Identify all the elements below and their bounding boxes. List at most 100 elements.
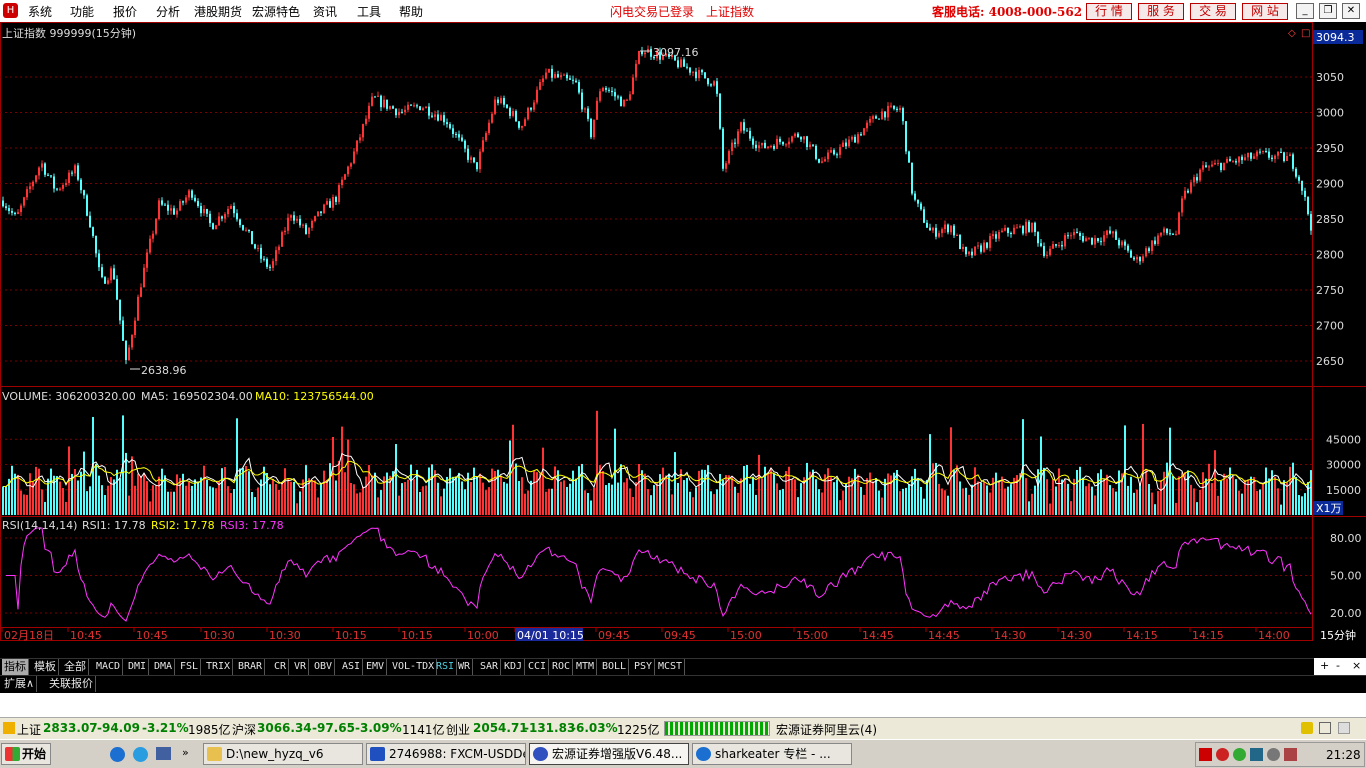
- menu-item-hk-futures[interactable]: 港股期货: [194, 3, 242, 20]
- sh-amount: 1985亿: [188, 723, 231, 737]
- menu-item-hongyuan[interactable]: 宏源特色: [252, 3, 300, 20]
- menu-item-tools[interactable]: 工具: [357, 3, 381, 20]
- tab-boll[interactable]: BOLL: [600, 659, 630, 675]
- market-button[interactable]: 行 情: [1086, 3, 1132, 20]
- ie-icon[interactable]: [110, 747, 125, 762]
- menu-item-function[interactable]: 功能: [70, 3, 94, 20]
- server-name: 宏源证券阿里云(4): [776, 723, 877, 737]
- volume-axis-tick: 15000: [1326, 484, 1361, 497]
- close-icon[interactable]: ✕: [1342, 3, 1360, 19]
- tab-cr[interactable]: CR: [272, 659, 290, 675]
- task-folder-label: D:\new_hyzq_v6: [226, 747, 324, 761]
- index-title: 上证指数: [706, 5, 755, 19]
- time-axis-tick: 14:15: [1126, 629, 1158, 642]
- clock: 21:28: [1326, 748, 1361, 762]
- tab-related-quotes[interactable]: 关联报价: [47, 676, 96, 692]
- task-fxcm[interactable]: 2746988: FXCM-USDDe...: [366, 743, 526, 765]
- time-axis-tick: 10:30: [269, 629, 301, 642]
- taskbar: 开始 » D:\new_hyzq_v6 2746988: FXCM-USDDe.…: [0, 739, 1366, 768]
- quicklaunch-more-icon[interactable]: »: [182, 746, 189, 759]
- tray-monitor-icon[interactable]: [1250, 748, 1263, 761]
- tab-extend[interactable]: 扩展∧: [2, 676, 38, 692]
- tab-dma[interactable]: DMA: [152, 659, 176, 675]
- menu-bar: H 系统 功能 报价 分析 港股期货 宏源特色 资讯 工具 帮助 闪电交易已登录…: [0, 0, 1366, 22]
- task-hongyuan[interactable]: 宏源证券增强版V6.48...: [529, 743, 689, 765]
- blank-panel: [0, 693, 1366, 717]
- flash-trade-status: 闪电交易已登录: [610, 5, 695, 19]
- tab-brar[interactable]: BRAR: [236, 659, 266, 675]
- settings-icon[interactable]: ◇: [1288, 28, 1296, 39]
- start-button[interactable]: 开始: [1, 743, 51, 765]
- tab-fsl[interactable]: FSL: [178, 659, 202, 675]
- tray-app-icon[interactable]: [1199, 748, 1212, 761]
- tab-obv[interactable]: OBV: [312, 659, 336, 675]
- time-axis-tick: 02月18日: [4, 629, 54, 642]
- menu-item-help[interactable]: 帮助: [399, 3, 423, 20]
- volume-label: VOLUME: 306200320.00: [2, 390, 136, 403]
- sh-name: 上证: [17, 723, 42, 737]
- task-browser-label: sharkeater 专栏 - ...: [715, 747, 831, 761]
- sh-change: -94.09: [97, 721, 140, 735]
- windows-logo-icon: [5, 747, 20, 761]
- tab-cci[interactable]: CCI: [526, 659, 550, 675]
- rsi-axis-tick: 80.00: [1330, 532, 1362, 545]
- menu-item-system[interactable]: 系统: [28, 3, 52, 20]
- price-axis-tick: 3000: [1316, 107, 1344, 120]
- tray-volume-icon[interactable]: [1267, 748, 1280, 761]
- minimize-icon[interactable]: _: [1296, 3, 1314, 19]
- period-label[interactable]: 15分钟: [1320, 628, 1356, 642]
- volume-ma10: MA10: 123756544.00: [255, 390, 374, 403]
- tray-misc-icon[interactable]: [1284, 748, 1297, 761]
- window-mode-icon[interactable]: □: [1301, 28, 1310, 39]
- service-button[interactable]: 服 务: [1138, 3, 1184, 20]
- tab-mcst[interactable]: MCST: [656, 659, 686, 675]
- tab-macd[interactable]: MACD: [94, 659, 124, 675]
- zoom-out-icon[interactable]: -: [1336, 658, 1340, 674]
- scroll-icon[interactable]: ×: [1352, 658, 1361, 674]
- status-icon: [3, 722, 15, 734]
- folder-icon: [207, 747, 222, 761]
- tab-emv[interactable]: EMV: [364, 659, 388, 675]
- trade-button[interactable]: 交 易: [1190, 3, 1236, 20]
- tab-trix[interactable]: TRIX: [204, 659, 234, 675]
- extend-tab-bar: 扩展∧ 关联报价: [0, 675, 1366, 693]
- tab-wr[interactable]: WR: [456, 659, 474, 675]
- tab-kdj[interactable]: KDJ: [502, 659, 526, 675]
- task-folder[interactable]: D:\new_hyzq_v6: [203, 743, 363, 765]
- tab-psy[interactable]: PSY: [632, 659, 656, 675]
- tab-sar[interactable]: SAR: [478, 659, 502, 675]
- restore-icon[interactable]: ❐: [1319, 3, 1337, 19]
- browser-icon[interactable]: [133, 747, 148, 762]
- notice-icon[interactable]: [1301, 722, 1313, 734]
- time-axis-tick: 10:45: [70, 629, 102, 642]
- tab-vr[interactable]: VR: [292, 659, 310, 675]
- tab-[interactable]: 指标: [2, 659, 29, 675]
- desktop-icon[interactable]: [156, 747, 171, 760]
- chart-area[interactable]: 上证指数 999999(15分钟) ◇ □ 3094.3 3097.16 263…: [0, 22, 1366, 642]
- lock-icon[interactable]: [1338, 722, 1350, 734]
- hotline: 客服电话: 4008-000-562: [932, 5, 1083, 19]
- zoom-in-icon[interactable]: +: [1320, 658, 1329, 674]
- start-label: 开始: [22, 747, 47, 761]
- hs-value: 3066.34: [257, 721, 312, 735]
- tab-[interactable]: 模板: [32, 659, 59, 675]
- menu-item-quote[interactable]: 报价: [113, 3, 137, 20]
- tab-rsi[interactable]: RSI: [434, 659, 458, 675]
- tab-vol-tdx[interactable]: VOL-TDX: [390, 659, 438, 675]
- menu-item-news[interactable]: 资讯: [313, 3, 337, 20]
- tab-[interactable]: 全部: [62, 659, 89, 675]
- menu-item-analysis[interactable]: 分析: [156, 3, 180, 20]
- rsi3-value: RSI3: 17.78: [220, 519, 284, 532]
- app-logo-icon: H: [3, 3, 18, 18]
- tray-security-icon[interactable]: [1233, 748, 1246, 761]
- website-button[interactable]: 网 站: [1242, 3, 1288, 20]
- fxcm-icon: [370, 747, 385, 761]
- tab-asi[interactable]: ASI: [340, 659, 364, 675]
- tab-mtm[interactable]: MTM: [574, 659, 598, 675]
- tab-roc[interactable]: ROC: [550, 659, 574, 675]
- task-browser[interactable]: sharkeater 专栏 - ...: [692, 743, 852, 765]
- price-axis-tick: 2700: [1316, 320, 1344, 333]
- tab-dmi[interactable]: DMI: [126, 659, 150, 675]
- tray-network-icon[interactable]: [1216, 748, 1229, 761]
- hs-change: -97.65: [312, 721, 355, 735]
